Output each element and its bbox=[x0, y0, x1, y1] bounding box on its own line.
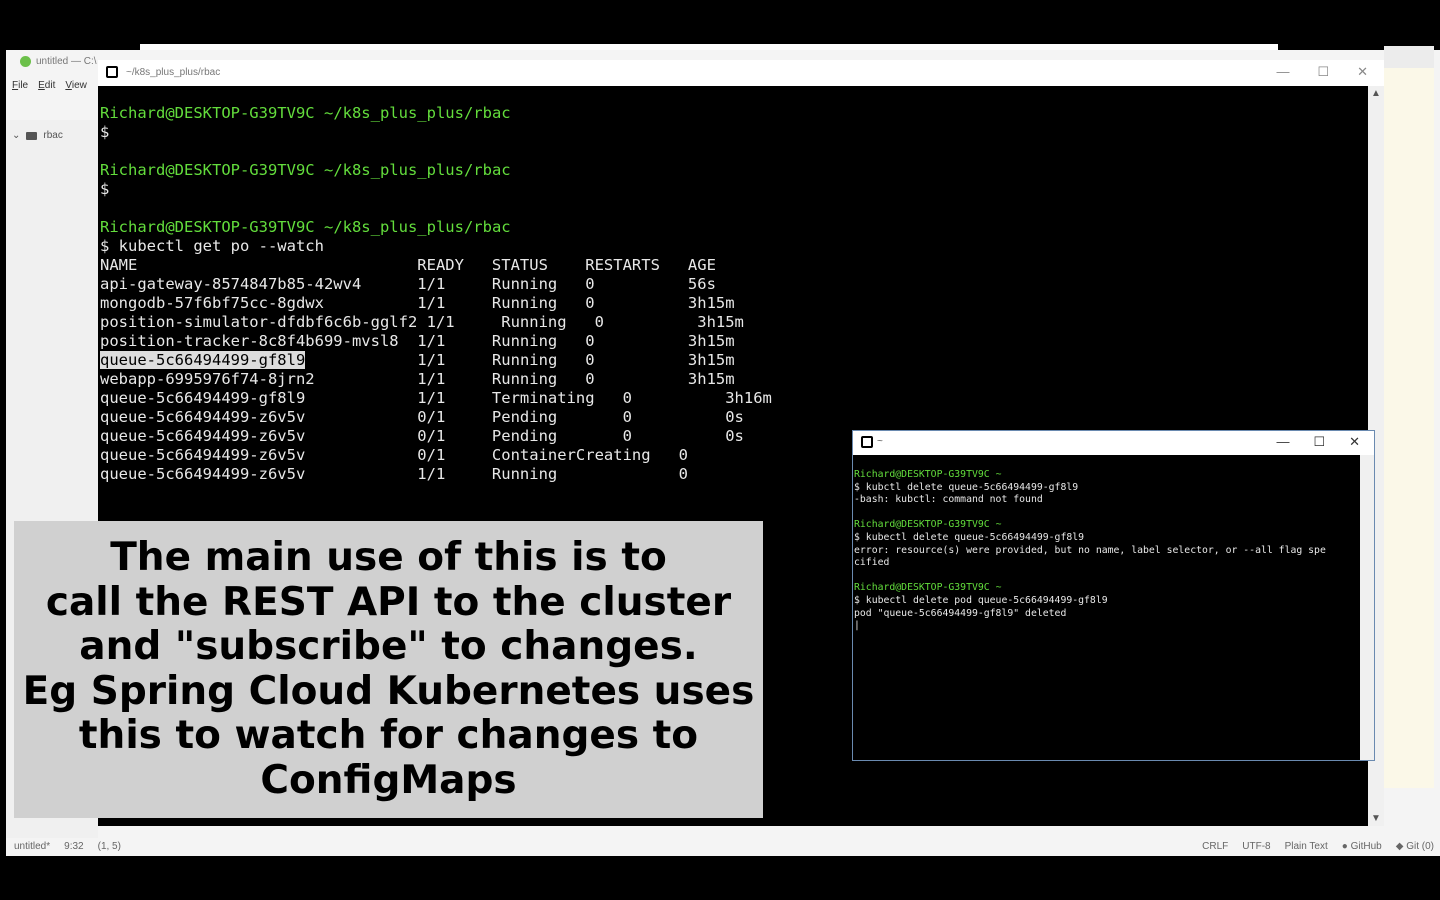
caption-overlay: The main use of this is to call the REST… bbox=[14, 521, 763, 818]
status-grammar[interactable]: Plain Text bbox=[1285, 841, 1328, 852]
status-github[interactable]: ● GitHub bbox=[1342, 841, 1382, 852]
prompt-user: Richard@DESKTOP-G39TV9C bbox=[854, 469, 990, 480]
terminal2-output[interactable]: Richard@DESKTOP-G39TV9C ~ $ kubctl delet… bbox=[854, 469, 1326, 633]
table-row: queue-5c66494499-z6v5v 0/1 Pending 0 0s bbox=[100, 408, 744, 426]
menu-view[interactable]: View bbox=[65, 80, 87, 91]
prompt-symbol: $ bbox=[100, 180, 110, 198]
scroll-up-icon[interactable]: ▲ bbox=[1371, 88, 1381, 99]
prompt-user: Richard@DESKTOP-G39TV9C bbox=[854, 519, 990, 531]
editor-menu-bar: File Edit View bbox=[12, 80, 87, 91]
prompt-path: ~/k8s_plus_plus/rbac bbox=[323, 161, 511, 179]
terminal2-scrollbar[interactable] bbox=[1360, 455, 1374, 760]
status-line-ending[interactable]: CRLF bbox=[1202, 841, 1228, 852]
status-cursor[interactable]: (1, 5) bbox=[98, 841, 121, 852]
table-row: queue-5c66494499-z6v5v 1/1 Running 0 bbox=[100, 465, 688, 483]
output-line: error: resource(s) were provided, but no… bbox=[854, 544, 1326, 556]
status-encoding[interactable]: UTF-8 bbox=[1242, 841, 1270, 852]
tree-folder-rbac[interactable]: ⌄ rbac bbox=[12, 130, 63, 141]
atom-icon bbox=[20, 56, 31, 67]
table-row: webapp-6995976f74-8jrn2 1/1 Running 0 3h… bbox=[100, 370, 735, 388]
terminal2-title-bar[interactable]: ~ — ☐ ✕ bbox=[853, 431, 1374, 455]
table-header: NAME READY STATUS RESTARTS AGE bbox=[100, 256, 716, 274]
table-row: api-gateway-8574847b85-42wv4 1/1 Running… bbox=[100, 275, 716, 293]
editor-pane bbox=[1384, 68, 1434, 788]
command-line: $ kubectl delete queue-5c66494499-gf8l9 bbox=[854, 531, 1085, 543]
command-line: $ kubectl get po --watch bbox=[100, 237, 324, 255]
status-git[interactable]: ◆ Git (0) bbox=[1396, 841, 1434, 852]
output-line: pod "queue-5c66494499-gf8l9" deleted bbox=[854, 607, 1067, 619]
prompt-user: Richard@DESKTOP-G39TV9C bbox=[100, 218, 315, 236]
command-line: $ kubctl delete queue-5c66494499-gf8l9 bbox=[854, 481, 1079, 493]
menu-edit[interactable]: Edit bbox=[38, 80, 55, 91]
caption-line: The main use of this is to bbox=[110, 535, 667, 580]
minimize-button[interactable]: — bbox=[1276, 64, 1289, 80]
cursor: | bbox=[854, 620, 860, 632]
git-icon: ◆ bbox=[1395, 841, 1404, 852]
caption-text: The main use of this is to call the REST… bbox=[22, 535, 755, 803]
terminal-title: ~/k8s_plus_plus/rbac bbox=[126, 67, 221, 78]
table-row: queue-5c66494499-gf8l9 1/1 Terminating 0… bbox=[100, 389, 772, 407]
prompt-path: ~ bbox=[995, 519, 1002, 531]
editor-title: untitled — C:\ bbox=[20, 56, 97, 67]
scroll-down-icon[interactable]: ▼ bbox=[1371, 813, 1381, 824]
terminal-icon bbox=[861, 436, 873, 448]
status-bar: untitled* 9:32 (1, 5) CRLF UTF-8 Plain T… bbox=[6, 838, 1440, 856]
output-line: cified bbox=[854, 557, 890, 569]
git-label: Git (0) bbox=[1406, 841, 1434, 852]
prompt-path: ~ bbox=[995, 469, 1002, 480]
prompt-symbol: $ bbox=[100, 123, 110, 141]
table-row: queue-5c66494499-z6v5v 0/1 Pending 0 0s bbox=[100, 427, 744, 445]
caption-line: and "subscribe" to changes. bbox=[79, 624, 698, 669]
tree-folder-label: rbac bbox=[43, 130, 63, 141]
editor-title-text: untitled — C:\ bbox=[36, 56, 97, 67]
caption-line: call the REST API to the cluster bbox=[45, 579, 732, 625]
prompt-user: Richard@DESKTOP-G39TV9C bbox=[854, 582, 990, 594]
menu-file[interactable]: File bbox=[12, 80, 28, 91]
prompt-path: ~ bbox=[995, 582, 1002, 594]
output-line: -bash: kubctl: command not found bbox=[854, 494, 1043, 506]
caption-line: ConfigMaps bbox=[260, 757, 517, 803]
chevron-down-icon: ⌄ bbox=[12, 130, 21, 141]
github-label: GitHub bbox=[1350, 841, 1382, 852]
terminal-window-2[interactable]: ~ — ☐ ✕ Richard@DESKTOP-G39TV9C ~ $ kubc… bbox=[852, 430, 1375, 761]
folder-icon bbox=[26, 131, 38, 140]
selected-pod-name: queue-5c66494499-gf8l9 bbox=[100, 351, 306, 369]
close-button[interactable]: ✕ bbox=[1357, 64, 1368, 80]
editor-tab-bar bbox=[1384, 46, 1434, 68]
command-line: $ kubectl delete pod queue-5c66494499-gf… bbox=[854, 594, 1108, 606]
table-row: mongodb-57f6bf75cc-8gdwx 1/1 Running 0 3… bbox=[100, 294, 735, 312]
maximize-button[interactable]: ☐ bbox=[1313, 434, 1325, 450]
table-row: 1/1 Running 0 3h15m bbox=[305, 351, 735, 369]
table-row: queue-5c66494499-z6v5v 0/1 ContainerCrea… bbox=[100, 446, 688, 464]
minimize-button[interactable]: — bbox=[1276, 434, 1289, 450]
maximize-button[interactable]: ☐ bbox=[1317, 64, 1329, 80]
prompt-path: ~/k8s_plus_plus/rbac bbox=[323, 218, 511, 236]
table-row: position-tracker-8c8f4b699-mvsl8 1/1 Run… bbox=[100, 332, 735, 350]
prompt-path: ~/k8s_plus_plus/rbac bbox=[323, 104, 511, 122]
github-icon: ● bbox=[1341, 841, 1348, 852]
close-button[interactable]: ✕ bbox=[1349, 434, 1360, 450]
status-time: 9:32 bbox=[64, 841, 84, 852]
prompt-user: Richard@DESKTOP-G39TV9C bbox=[100, 161, 315, 179]
terminal-title-bar[interactable]: ~/k8s_plus_plus/rbac — ☐ ✕ bbox=[98, 60, 1384, 86]
prompt-user: Richard@DESKTOP-G39TV9C bbox=[100, 104, 315, 122]
terminal2-title: ~ bbox=[877, 436, 883, 447]
caption-line: Eg Spring Cloud Kubernetes uses bbox=[22, 668, 755, 714]
caption-line: this to watch for changes to bbox=[78, 713, 699, 758]
terminal-icon bbox=[106, 66, 118, 78]
table-row: position-simulator-dfdbf6c6b-gglf2 1/1 R… bbox=[100, 313, 744, 331]
terminal-output[interactable]: Richard@DESKTOP-G39TV9C ~/k8s_plus_plus/… bbox=[100, 104, 772, 484]
status-file[interactable]: untitled* bbox=[14, 841, 50, 852]
